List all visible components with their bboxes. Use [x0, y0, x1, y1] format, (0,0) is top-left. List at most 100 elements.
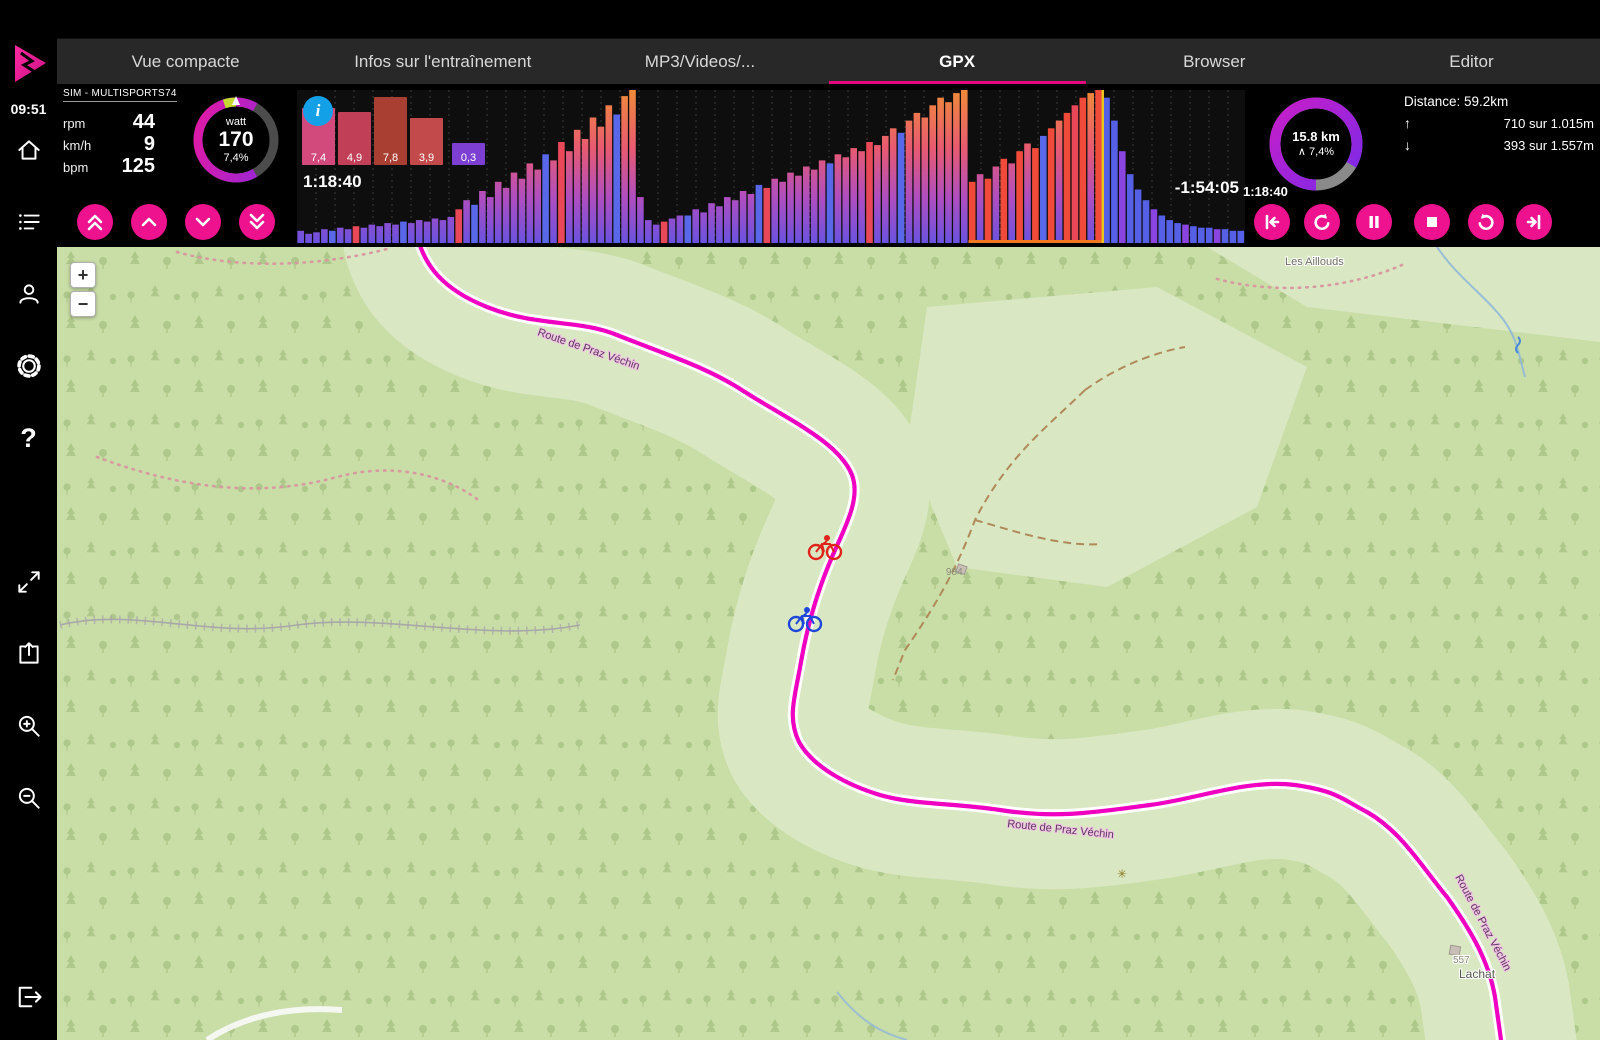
help-icon[interactable]: ? [12, 421, 46, 455]
profile-name: SIM - MULTISPORTS74 [63, 88, 177, 102]
fullscreen-icon[interactable] [12, 565, 46, 599]
elevation-bar [345, 229, 352, 243]
place-label-lachat: Lachat [1459, 967, 1496, 981]
metric-heartrate: bpm 125 [63, 155, 155, 177]
distance-gauge: 15.8 km ∧ 7,4% [1266, 94, 1366, 194]
skip-to-end-button[interactable] [1516, 204, 1552, 240]
elevation-bar [574, 130, 581, 243]
elevation-bar [416, 220, 423, 243]
elevation-bar [1190, 226, 1197, 243]
reset-button[interactable] [1304, 204, 1340, 240]
elevation-bar [471, 205, 478, 243]
import-save-icon[interactable] [12, 637, 46, 671]
app-logo-icon[interactable] [8, 40, 50, 91]
elevation-bar [1032, 148, 1039, 243]
zoom-out-button[interactable]: − [70, 291, 96, 317]
elevation-bar [1080, 98, 1087, 243]
live-metrics: rpm 44 km/h 9 bpm 125 [63, 111, 155, 177]
climb-baseline [969, 240, 1103, 243]
settings-gear-icon[interactable] [12, 349, 46, 383]
elevation-bar [1214, 229, 1221, 243]
elevation-bar [827, 163, 834, 243]
sidebar: 09:51 ? [0, 0, 57, 1040]
zoom-in-button[interactable]: + [70, 262, 96, 288]
power-gauge-readout: watt 170 7,4% [190, 94, 282, 186]
elevation-bar [629, 90, 636, 243]
elevation-bar [1016, 151, 1023, 243]
home-icon[interactable] [12, 133, 46, 167]
elevation-bar [376, 226, 383, 243]
elevation-bar [977, 174, 984, 243]
elevation-bar [1040, 136, 1047, 243]
metric-label: rpm [63, 116, 105, 131]
elevation-bar [645, 220, 652, 243]
elapsed-time-right: 1:18:40 [1243, 184, 1288, 199]
elevation-bar [1127, 174, 1134, 243]
elevation-bar [937, 98, 944, 243]
grade-segment-label: 7,4 [311, 152, 326, 164]
elevation-bar [669, 219, 676, 244]
tab-vue-compacte[interactable]: Vue compacte [57, 39, 314, 84]
metric-rpm: rpm 44 [63, 111, 155, 133]
app-window: 09:51 ? [0, 0, 1600, 1040]
top-bar: Vue compacte Infos sur l'entraînement MP… [57, 0, 1600, 84]
elevation-bar [969, 182, 976, 243]
pause-button[interactable] [1356, 204, 1392, 240]
elevation-bar [961, 90, 968, 243]
ascent-row: ↑ 710 sur 1.015m [1404, 112, 1594, 134]
stop-button[interactable] [1414, 204, 1450, 240]
descent-row: ↓ 393 sur 1.557m [1404, 134, 1594, 156]
reload-button[interactable] [1468, 204, 1504, 240]
elevation-profile[interactable]: 7,44,97,83,90,3 i 1:18:40 -1:54:05 [297, 90, 1245, 243]
grade-segment-label: 7,8 [383, 152, 398, 164]
tab-browser[interactable]: Browser [1086, 39, 1343, 84]
ride-stats: Distance: 59.2km ↑ 710 sur 1.015m ↓ 393 … [1404, 90, 1594, 156]
elevation-bar [424, 222, 431, 243]
elevation-bar [1001, 159, 1008, 243]
elevation-bar [874, 145, 881, 243]
map-canvas[interactable]: Les Aillouds Route de Praz Véchin Route … [57, 247, 1600, 1040]
jump-up-button[interactable] [131, 204, 167, 240]
clock-time: 09:51 [11, 101, 47, 117]
elevation-chart: 7,44,97,83,90,3 [297, 90, 1245, 243]
metric-value: 44 [105, 111, 155, 134]
elevation-bar [922, 118, 929, 244]
elevation-bar [1182, 225, 1189, 243]
map-zoom-out-icon[interactable] [12, 781, 46, 815]
poi-marker: ✳ [1117, 867, 1127, 881]
elevation-bar [819, 160, 826, 243]
elevation-bar [1174, 223, 1181, 243]
map-zoom-in-icon[interactable] [12, 709, 46, 743]
elevation-bar [534, 170, 541, 243]
elevation-bar [929, 105, 936, 243]
map-svg[interactable]: Les Aillouds Route de Praz Véchin Route … [57, 247, 1600, 1040]
exit-icon[interactable] [12, 980, 46, 1014]
elevation-bar [945, 102, 952, 243]
jump-up-fast-button[interactable] [77, 204, 113, 240]
elevation-bar [361, 228, 368, 243]
jump-down-button[interactable] [185, 204, 221, 240]
elevation-bar [914, 113, 921, 243]
elevation-bar [550, 160, 557, 243]
elevation-bar [1048, 128, 1055, 243]
tab-editor[interactable]: Editor [1343, 39, 1600, 84]
elevation-bar [1103, 98, 1110, 243]
elevation-bar [613, 115, 620, 244]
elevation-bar [503, 188, 510, 243]
workout-list-icon[interactable] [12, 205, 46, 239]
info-icon[interactable]: i [303, 96, 333, 126]
jump-down-fast-button[interactable] [239, 204, 275, 240]
elevation-label-557: 557 [1453, 955, 1470, 966]
skip-to-start-button[interactable] [1254, 204, 1290, 240]
elevation-bar [337, 228, 344, 243]
tab-mp3-videos[interactable]: MP3/Videos/... [571, 39, 828, 84]
elevation-bar [843, 157, 850, 243]
elevation-bar [700, 212, 707, 243]
elevation-bar [313, 232, 320, 243]
elevation-bar [297, 231, 304, 243]
tab-gpx[interactable]: GPX [829, 39, 1086, 84]
elevation-bar [724, 197, 731, 243]
profile-icon[interactable] [12, 277, 46, 311]
tab-infos-entrainement[interactable]: Infos sur l'entraînement [314, 39, 571, 84]
grade-segment-label: 3,9 [419, 152, 434, 164]
